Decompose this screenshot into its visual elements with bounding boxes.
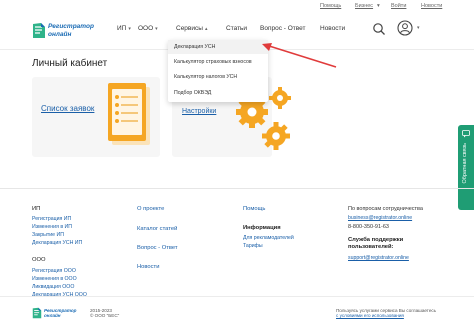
footer-heading-partnership: По вопросам сотрудничества bbox=[348, 206, 423, 212]
nav-item-label: ООО bbox=[138, 25, 154, 32]
nav-item-faq[interactable]: Вопрос - Ответ bbox=[260, 25, 306, 32]
copyright-company: © ООО "БЕС" bbox=[90, 313, 120, 319]
red-arrow-annotation bbox=[262, 43, 337, 68]
footer-email-support[interactable]: support@registrator.online bbox=[348, 255, 409, 261]
footer-link-tariffs[interactable]: Тарифы bbox=[243, 243, 263, 249]
search-icon[interactable] bbox=[372, 22, 386, 36]
topbar-link-news[interactable]: Новости bbox=[421, 3, 442, 9]
chevron-down-icon: ▾ bbox=[128, 26, 131, 32]
terms-link[interactable]: с условиями его использования bbox=[336, 313, 436, 318]
footer-link-advertisers[interactable]: Для рекламодателей bbox=[243, 235, 294, 241]
logo-line-2: онлайн bbox=[44, 313, 61, 319]
chevron-down-icon: ▾ bbox=[377, 3, 380, 9]
logo-line-2: онлайн bbox=[48, 30, 72, 38]
footer-link-help[interactable]: Помощь bbox=[243, 206, 265, 212]
copyright: 2015-2023 © ООО "БЕС" bbox=[90, 308, 119, 319]
nav-item-services[interactable]: Сервисы ▴ bbox=[176, 25, 207, 32]
dropdown-item-okved[interactable]: Подбор ОКВЭД bbox=[174, 90, 211, 96]
card-requests-link[interactable]: Список заявок bbox=[41, 104, 94, 113]
footer-heading-info: Информация bbox=[243, 225, 281, 231]
bottom-bar: Регистратор онлайн 2015-2023 © ООО "БЕС"… bbox=[0, 296, 474, 322]
footer-link[interactable]: Регистрация ООО bbox=[32, 268, 76, 274]
nav-item-ip[interactable]: ИП ▾ bbox=[117, 25, 131, 32]
footer-link[interactable]: Изменения в ИП bbox=[32, 224, 72, 230]
chat-icon bbox=[462, 130, 470, 138]
logo-text: Регистратор онлайн bbox=[44, 308, 76, 318]
footer-link[interactable]: Изменения в ООО bbox=[32, 276, 77, 282]
nav-item-ooo[interactable]: ООО ▾ bbox=[138, 25, 158, 32]
nav-item-label: ИП bbox=[117, 25, 127, 32]
top-bar: Помощь Бизнес ▾ Войти Новости bbox=[0, 0, 474, 14]
logo-mark-icon bbox=[33, 23, 45, 38]
dropdown-item-tax-calculator[interactable]: Калькулятор налогов УСН bbox=[174, 74, 237, 80]
footer-link-news[interactable]: Новости bbox=[137, 264, 159, 270]
services-dropdown: Декларация УСН Калькулятор страховых взн… bbox=[168, 40, 268, 102]
footer-link[interactable]: Декларация УСН ИП bbox=[32, 240, 82, 246]
dropdown-item-usn-declaration[interactable]: Декларация УСН bbox=[174, 44, 215, 50]
footer-heading-support: Служба поддержки пользователей: bbox=[348, 237, 404, 250]
footer-link-faq[interactable]: Вопрос - Ответ bbox=[137, 245, 178, 251]
document-list-icon bbox=[108, 83, 150, 145]
logo[interactable]: Регистратор онлайн bbox=[32, 20, 94, 42]
footer-link-articles[interactable]: Каталог статей bbox=[137, 226, 177, 232]
dropdown-item-insurance-calculator[interactable]: Калькулятор страховых взносов bbox=[174, 59, 252, 65]
topbar-link-business[interactable]: Бизнес bbox=[355, 3, 373, 9]
chevron-down-icon: ▾ bbox=[155, 26, 158, 32]
nav-item-label: Сервисы bbox=[176, 25, 203, 32]
nav-item-news[interactable]: Новости bbox=[320, 25, 345, 32]
chevron-down-icon[interactable]: ▾ bbox=[417, 25, 420, 31]
logo-mark-icon bbox=[32, 307, 42, 319]
footer-phone[interactable]: 8-800-350-91-63 bbox=[348, 224, 389, 230]
footer-logo[interactable]: Регистратор онлайн bbox=[32, 307, 76, 321]
logo-text: Регистратор онлайн bbox=[48, 23, 94, 38]
feedback-label: Обратная связь bbox=[462, 143, 468, 184]
footer-link[interactable]: Закрытие ИП bbox=[32, 232, 64, 238]
footer-link[interactable]: Ликвидация ООО bbox=[32, 284, 74, 290]
page-title: Личный кабинет bbox=[32, 58, 108, 69]
footer-email-business[interactable]: business@registrator.online bbox=[348, 215, 412, 221]
chevron-up-icon: ▴ bbox=[204, 26, 208, 32]
card-settings-link[interactable]: Настройки bbox=[182, 108, 216, 115]
topbar-link-help[interactable]: Помощь bbox=[320, 3, 341, 9]
footer-link[interactable]: Регистрация ИП bbox=[32, 216, 71, 222]
footer-heading-ooo[interactable]: ООО bbox=[32, 257, 46, 263]
logo-line-1: Регистратор bbox=[48, 23, 94, 30]
nav-item-articles[interactable]: Статьи bbox=[226, 25, 247, 32]
terms-notice: Пользуясь услугами сервиса Вы соглашаете… bbox=[336, 308, 436, 319]
card-requests[interactable]: Список заявок bbox=[32, 77, 160, 157]
footer-heading-ip[interactable]: ИП bbox=[32, 206, 40, 212]
footer-link-about[interactable]: О проекте bbox=[137, 206, 164, 212]
topbar-link-login[interactable]: Войти bbox=[391, 3, 406, 9]
user-icon[interactable] bbox=[397, 20, 413, 36]
